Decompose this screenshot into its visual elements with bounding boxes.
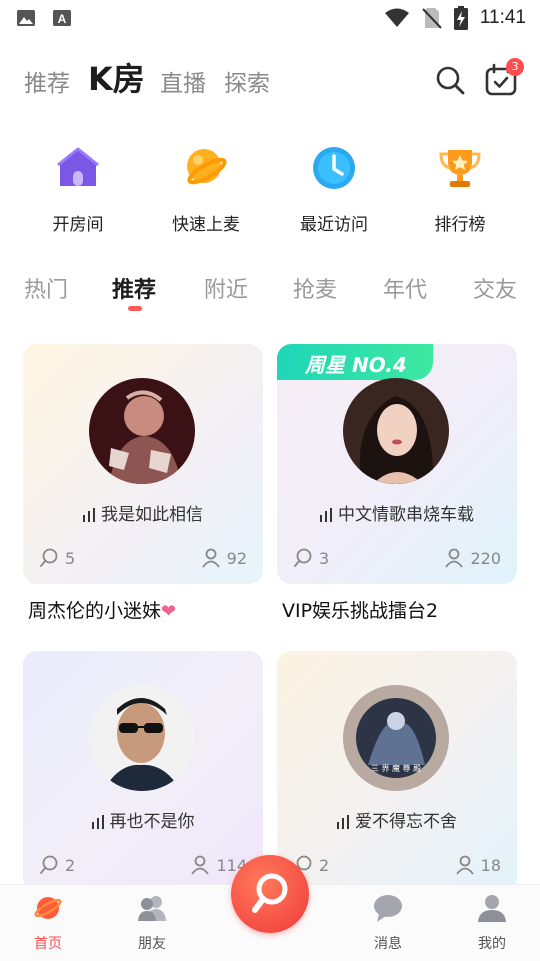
room-card[interactable]: 我是如此相信 5 92 xyxy=(23,344,263,584)
room-comments: 2 xyxy=(39,855,75,875)
room-comment-count: 5 xyxy=(65,548,76,568)
recent-visits-label: 最近访问 xyxy=(300,215,368,235)
room-card[interactable]: 再也不是你 2 114 xyxy=(23,651,263,891)
nav-friends[interactable]: 朋友 xyxy=(112,893,192,953)
quick-mic-label: 快速上麦 xyxy=(172,215,240,235)
room-listeners: 220 xyxy=(444,548,501,568)
room-avatar: 三 界 魔 尊 殿 xyxy=(343,685,449,791)
recent-visits-button[interactable]: 最近访问 xyxy=(274,144,394,235)
category-grab-mic[interactable]: 抢麦 xyxy=(293,272,337,304)
calendar-badge: 3 xyxy=(506,58,524,76)
room-song: 中文情歌串烧车载 xyxy=(277,500,517,525)
sound-bars-icon xyxy=(337,815,349,829)
sound-bars-icon xyxy=(320,508,332,522)
leaderboard-label: 排行榜 xyxy=(434,215,486,235)
room-song: 我是如此相信 xyxy=(23,500,263,525)
profile-icon xyxy=(478,895,506,922)
room-comment-count: 3 xyxy=(319,548,330,568)
tab-k-room[interactable]: K房 xyxy=(88,54,145,100)
nav-messages-label: 消息 xyxy=(374,936,402,952)
house-icon xyxy=(57,147,99,186)
status-time: 11:41 xyxy=(479,7,526,28)
nav-profile[interactable]: 我的 xyxy=(452,893,532,953)
category-social[interactable]: 交友 xyxy=(473,272,517,304)
open-room-button[interactable]: 开房间 xyxy=(18,144,138,235)
sound-bars-icon xyxy=(83,508,95,522)
chat-bubble-icon xyxy=(374,895,402,922)
room-comment-count: 2 xyxy=(319,855,330,875)
search-chat-icon xyxy=(40,855,58,874)
room-avatar xyxy=(89,685,195,791)
person-icon xyxy=(455,855,474,875)
category-hot[interactable]: 热门 xyxy=(24,272,68,304)
room-comments: 5 xyxy=(39,548,75,568)
room-listeners: 18 xyxy=(455,855,501,875)
nav-profile-label: 我的 xyxy=(478,936,506,952)
room-listener-count: 220 xyxy=(470,548,501,568)
center-mic-button[interactable] xyxy=(231,855,309,933)
room-avatar xyxy=(89,378,195,484)
top-nav: 推荐 K房 直播 探索 3 xyxy=(0,56,540,112)
nav-messages[interactable]: 消息 xyxy=(348,893,428,953)
planet-icon xyxy=(34,897,62,919)
room-song-title: 再也不是你 xyxy=(109,812,195,832)
room-card[interactable]: 三 界 魔 尊 殿 爱不得忘不舍 2 18 xyxy=(277,651,517,891)
clock-icon xyxy=(313,147,355,189)
room-listener-count: 92 xyxy=(226,548,247,568)
nav-friends-label: 朋友 xyxy=(138,936,166,952)
room-name[interactable]: 周杰伦的小迷妹❤ xyxy=(28,596,176,623)
person-icon xyxy=(201,548,220,568)
image-icon xyxy=(17,10,35,26)
text-a-icon: A xyxy=(53,10,71,26)
quick-mic-button[interactable]: 快速上麦 xyxy=(146,144,266,235)
trophy-icon xyxy=(439,150,481,187)
weekly-star-text: 周星 NO.4 xyxy=(305,353,407,377)
category-nearby[interactable]: 附近 xyxy=(204,272,248,304)
search-chat-icon xyxy=(294,548,312,567)
wifi-icon xyxy=(384,8,409,27)
search-chat-icon xyxy=(40,548,58,567)
tab-live[interactable]: 直播 xyxy=(160,64,206,98)
search-icon[interactable] xyxy=(434,64,466,96)
nav-home[interactable]: 首页 xyxy=(8,893,88,953)
room-name[interactable]: VIP娱乐挑战擂台2 xyxy=(282,596,438,623)
battery-charging-icon xyxy=(453,6,468,30)
person-icon xyxy=(191,855,210,875)
room-comment-count: 2 xyxy=(65,855,76,875)
person-icon xyxy=(445,548,464,568)
room-listener-count: 18 xyxy=(480,855,501,875)
friends-icon xyxy=(138,896,166,921)
quick-actions: 开房间 快速上麦 最近访问 排行榜 xyxy=(0,144,540,235)
room-comments: 3 xyxy=(293,548,329,568)
mic-center-icon xyxy=(252,873,288,913)
room-song-title: 中文情歌串烧车载 xyxy=(338,505,474,525)
no-sim-icon xyxy=(422,8,442,29)
open-room-label: 开房间 xyxy=(52,215,104,235)
category-active-indicator xyxy=(128,306,142,311)
planet-icon xyxy=(187,149,227,185)
room-name-text: 周杰伦的小迷妹 xyxy=(28,600,162,622)
room-avatar xyxy=(343,378,449,484)
tab-recommend[interactable]: 推荐 xyxy=(24,64,70,98)
room-song: 爱不得忘不舍 xyxy=(277,807,517,832)
weekly-star-tag: 周星 NO.4 xyxy=(277,344,433,380)
heart-icon: ❤ xyxy=(161,601,177,622)
room-song-title: 爱不得忘不舍 xyxy=(355,812,457,832)
room-card[interactable]: 周星 NO.4 中文情歌串烧车载 3 220 xyxy=(277,344,517,584)
tab-explore[interactable]: 探索 xyxy=(224,64,270,98)
leaderboard-button[interactable]: 排行榜 xyxy=(400,144,520,235)
category-recommend[interactable]: 推荐 xyxy=(112,272,156,304)
category-era[interactable]: 年代 xyxy=(383,272,427,304)
sound-bars-icon xyxy=(91,815,104,829)
room-song-title: 我是如此相信 xyxy=(101,505,203,525)
status-bar: A 11:41 xyxy=(0,0,540,36)
room-song: 再也不是你 xyxy=(23,807,263,832)
nav-home-label: 首页 xyxy=(34,936,62,952)
category-tabs: 热门 推荐 附近 抢麦 年代 交友 xyxy=(0,268,540,318)
svg-text:A: A xyxy=(58,12,67,26)
room-listeners: 92 xyxy=(201,548,247,568)
svg-text:三 界 魔 尊 殿: 三 界 魔 尊 殿 xyxy=(371,763,421,773)
